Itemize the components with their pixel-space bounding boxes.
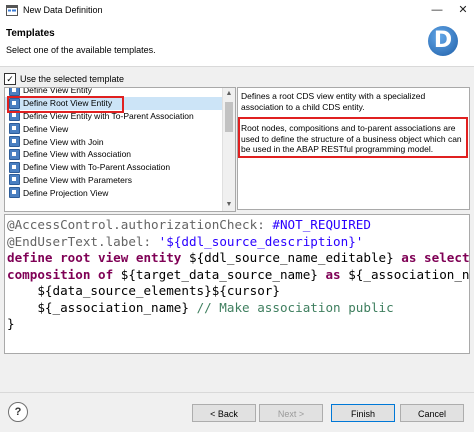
use-template-row[interactable]: ✓ Use the selected template (4, 73, 124, 85)
template-item[interactable]: Define View with Join (5, 135, 223, 148)
code-annotation: @AccessControl.authorizationCheck: (7, 217, 273, 232)
scrollbar-thumb[interactable] (225, 102, 233, 132)
scroll-up-icon[interactable]: ▲ (223, 88, 235, 100)
template-icon (9, 187, 20, 199)
code-keyword: define root view entity (7, 250, 189, 265)
minimize-button[interactable]: — (430, 3, 444, 17)
template-icon (9, 161, 20, 173)
title-bar: New Data Definition — ✕ (0, 0, 474, 23)
code-value: #NOT_REQUIRED (272, 217, 371, 232)
template-label: Define View (23, 123, 69, 134)
code-variable: ${_association_name} (348, 266, 470, 282)
code-annotation: @EndUserText.label: (7, 233, 159, 249)
use-template-checkbox[interactable]: ✓ (4, 73, 16, 85)
template-label: Define Projection View (23, 187, 109, 198)
use-template-label: Use the selected template (20, 74, 125, 84)
page-description: Select one of the available templates. (6, 45, 156, 55)
code-brace: } (7, 316, 15, 331)
ddl-logo-icon: D (428, 26, 458, 56)
template-label: Define View with Parameters (23, 174, 132, 185)
template-label: Define View with To-Parent Association (23, 162, 171, 173)
template-list-scrollbar[interactable]: ▲ ▼ (222, 88, 235, 211)
finish-button[interactable]: Finish (331, 404, 395, 422)
page-title: Templates (6, 28, 55, 39)
highlight-box-template (7, 96, 124, 113)
template-item[interactable]: Define View with Association (5, 148, 223, 161)
template-icon (9, 148, 20, 160)
code-value: '${ddl_source_description}' (158, 233, 364, 249)
cancel-button[interactable]: Cancel (400, 404, 464, 422)
template-item[interactable]: Define View with Parameters (5, 174, 223, 187)
code-preview: @AccessControl.authorizationCheck: #NOT_… (7, 217, 470, 333)
description-paragraph-1: Defines a root CDS view entity with a sp… (241, 91, 426, 112)
template-preview: @AccessControl.authorizationCheck: #NOT_… (4, 214, 470, 354)
template-item[interactable]: Define Projection View (5, 186, 223, 199)
code-variable: ${_association_name} (7, 299, 197, 315)
highlight-box-description (238, 117, 468, 158)
code-variable: ${data_source_elements}${cursor} (7, 283, 280, 298)
scroll-down-icon[interactable]: ▼ (223, 199, 235, 211)
template-label: Define View with Association (23, 149, 132, 160)
template-icon (9, 136, 20, 148)
template-label: Define View with Join (23, 136, 104, 147)
code-variable: ${target_data_source_name} (120, 266, 326, 282)
template-icon (9, 174, 20, 186)
template-item[interactable]: Define View (5, 122, 223, 135)
code-keyword: composition of (7, 266, 121, 282)
wizard-header: Templates Select one of the available te… (0, 22, 474, 67)
template-label: Define View Entity (23, 87, 92, 96)
code-keyword: as (325, 266, 349, 282)
code-variable: ${ddl_source_name_editable} (188, 250, 402, 265)
template-item[interactable]: Define View with To-Parent Association (5, 161, 223, 174)
code-comment: // Make association public (196, 299, 394, 315)
back-button[interactable]: < Back (192, 404, 256, 422)
template-icon (9, 88, 20, 96)
app-icon (6, 5, 18, 16)
template-icon (9, 123, 20, 135)
footer-divider (0, 392, 474, 393)
next-button[interactable]: Next > (259, 404, 323, 422)
code-keyword: as select fro (401, 250, 470, 265)
window-title: New Data Definition (23, 5, 103, 15)
close-button[interactable]: ✕ (456, 3, 470, 17)
help-button[interactable]: ? (8, 402, 28, 422)
